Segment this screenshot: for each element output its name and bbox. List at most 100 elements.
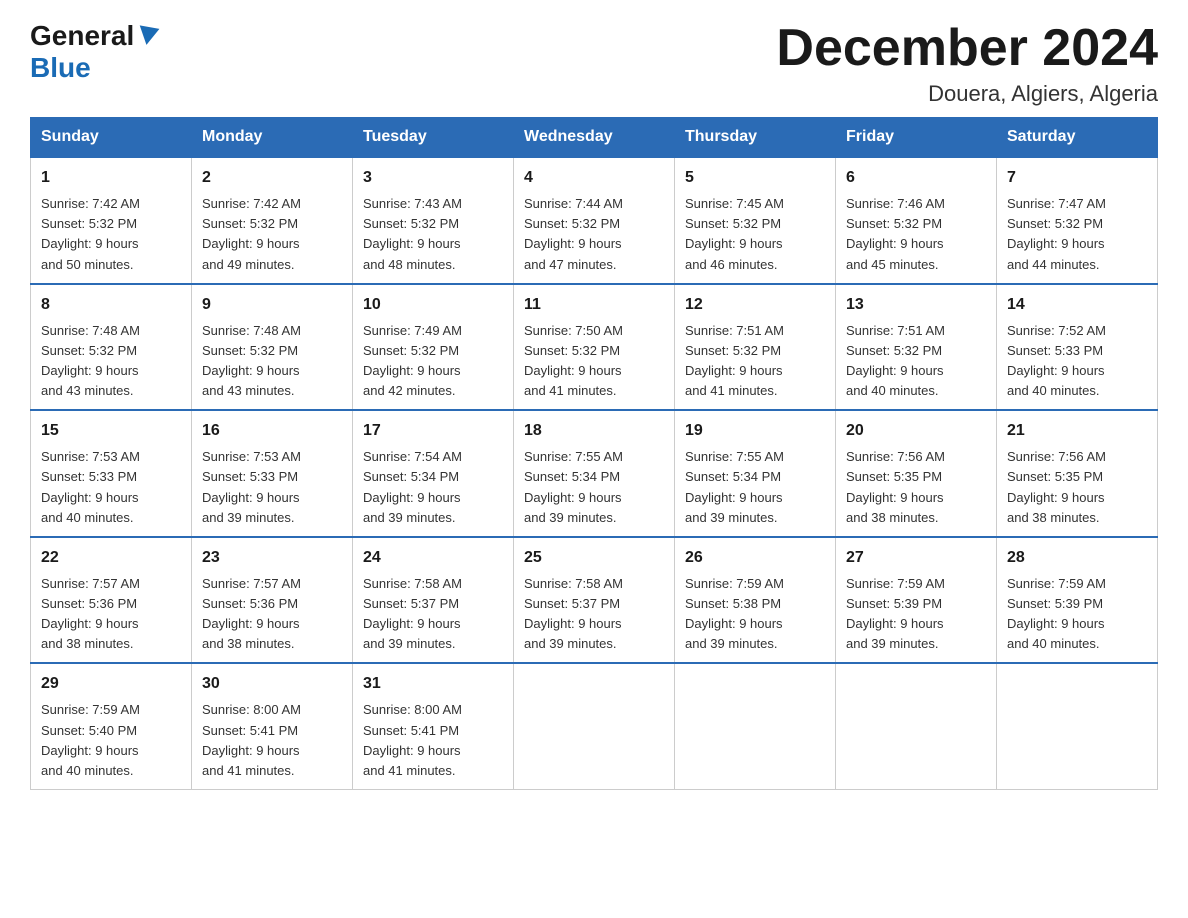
- day-info: Sunrise: 7:57 AMSunset: 5:36 PMDaylight:…: [41, 574, 181, 655]
- day-info: Sunrise: 7:50 AMSunset: 5:32 PMDaylight:…: [524, 321, 664, 402]
- day-info: Sunrise: 7:55 AMSunset: 5:34 PMDaylight:…: [524, 447, 664, 528]
- day-number: 13: [846, 293, 986, 317]
- day-number: 8: [41, 293, 181, 317]
- day-info: Sunrise: 7:46 AMSunset: 5:32 PMDaylight:…: [846, 194, 986, 275]
- logo-triangle-icon: [137, 25, 160, 46]
- day-number: 31: [363, 672, 503, 696]
- day-info: Sunrise: 7:45 AMSunset: 5:32 PMDaylight:…: [685, 194, 825, 275]
- day-info: Sunrise: 7:54 AMSunset: 5:34 PMDaylight:…: [363, 447, 503, 528]
- column-header-wednesday: Wednesday: [514, 118, 675, 158]
- page-header: General Blue December 2024 Douera, Algie…: [30, 20, 1158, 107]
- calendar-cell: 9Sunrise: 7:48 AMSunset: 5:32 PMDaylight…: [192, 284, 353, 411]
- day-info: Sunrise: 7:49 AMSunset: 5:32 PMDaylight:…: [363, 321, 503, 402]
- day-number: 25: [524, 546, 664, 570]
- title-block: December 2024 Douera, Algiers, Algeria: [776, 20, 1158, 107]
- column-header-friday: Friday: [836, 118, 997, 158]
- calendar-cell: 2Sunrise: 7:42 AMSunset: 5:32 PMDaylight…: [192, 157, 353, 284]
- calendar-cell: 7Sunrise: 7:47 AMSunset: 5:32 PMDaylight…: [997, 157, 1158, 284]
- day-info: Sunrise: 7:58 AMSunset: 5:37 PMDaylight:…: [363, 574, 503, 655]
- calendar-week-row: 29Sunrise: 7:59 AMSunset: 5:40 PMDayligh…: [31, 663, 1158, 789]
- day-number: 1: [41, 166, 181, 190]
- day-info: Sunrise: 7:51 AMSunset: 5:32 PMDaylight:…: [846, 321, 986, 402]
- day-number: 14: [1007, 293, 1147, 317]
- day-number: 15: [41, 419, 181, 443]
- logo-blue-text: Blue: [30, 52, 91, 84]
- day-number: 11: [524, 293, 664, 317]
- day-info: Sunrise: 7:42 AMSunset: 5:32 PMDaylight:…: [41, 194, 181, 275]
- column-header-sunday: Sunday: [31, 118, 192, 158]
- day-info: Sunrise: 7:59 AMSunset: 5:39 PMDaylight:…: [1007, 574, 1147, 655]
- logo-top: General: [30, 20, 160, 52]
- column-header-tuesday: Tuesday: [353, 118, 514, 158]
- day-number: 12: [685, 293, 825, 317]
- calendar-week-row: 1 Sunrise: 7:42 AMSunset: 5:32 PMDaylight…: [31, 157, 1158, 284]
- calendar-cell: 22 Sunrise: 7:57 AMSunset: 5:36 PMDayligh…: [31, 537, 192, 664]
- calendar-table: SundayMondayTuesdayWednesdayThursdayFrid…: [30, 117, 1158, 790]
- calendar-cell: 30Sunrise: 8:00 AMSunset: 5:41 PMDayligh…: [192, 663, 353, 789]
- day-number: 22: [41, 546, 181, 570]
- calendar-cell: 29Sunrise: 7:59 AMSunset: 5:40 PMDayligh…: [31, 663, 192, 789]
- day-number: 9: [202, 293, 342, 317]
- day-number: 27: [846, 546, 986, 570]
- calendar-week-row: 15 Sunrise: 7:53 AMSunset: 5:33 PMDayligh…: [31, 410, 1158, 537]
- month-title: December 2024: [776, 20, 1158, 77]
- calendar-cell: 28 Sunrise: 7:59 AMSunset: 5:39 PMDayligh…: [997, 537, 1158, 664]
- day-info: Sunrise: 7:56 AMSunset: 5:35 PMDaylight:…: [846, 447, 986, 528]
- day-number: 18: [524, 419, 664, 443]
- day-number: 5: [685, 166, 825, 190]
- day-info: Sunrise: 8:00 AMSunset: 5:41 PMDaylight:…: [202, 700, 342, 781]
- day-number: 4: [524, 166, 664, 190]
- day-info: Sunrise: 7:47 AMSunset: 5:32 PMDaylight:…: [1007, 194, 1147, 275]
- day-number: 20: [846, 419, 986, 443]
- column-header-saturday: Saturday: [997, 118, 1158, 158]
- calendar-cell: [997, 663, 1158, 789]
- calendar-cell: 26 Sunrise: 7:59 AMSunset: 5:38 PMDayligh…: [675, 537, 836, 664]
- day-info: Sunrise: 7:51 AMSunset: 5:32 PMDaylight:…: [685, 321, 825, 402]
- calendar-cell: 11 Sunrise: 7:50 AMSunset: 5:32 PMDayligh…: [514, 284, 675, 411]
- day-number: 17: [363, 419, 503, 443]
- calendar-cell: [675, 663, 836, 789]
- day-number: 3: [363, 166, 503, 190]
- calendar-cell: 25 Sunrise: 7:58 AMSunset: 5:37 PMDayligh…: [514, 537, 675, 664]
- day-number: 23: [202, 546, 342, 570]
- calendar-cell: [836, 663, 997, 789]
- day-info: Sunrise: 7:59 AMSunset: 5:38 PMDaylight:…: [685, 574, 825, 655]
- calendar-cell: [514, 663, 675, 789]
- calendar-cell: 20 Sunrise: 7:56 AMSunset: 5:35 PMDayligh…: [836, 410, 997, 537]
- calendar-cell: 18 Sunrise: 7:55 AMSunset: 5:34 PMDayligh…: [514, 410, 675, 537]
- day-info: Sunrise: 7:44 AMSunset: 5:32 PMDaylight:…: [524, 194, 664, 275]
- calendar-cell: 5 Sunrise: 7:45 AMSunset: 5:32 PMDaylight…: [675, 157, 836, 284]
- calendar-header-row: SundayMondayTuesdayWednesdayThursdayFrid…: [31, 118, 1158, 158]
- day-number: 21: [1007, 419, 1147, 443]
- calendar-cell: 13 Sunrise: 7:51 AMSunset: 5:32 PMDayligh…: [836, 284, 997, 411]
- day-info: Sunrise: 7:56 AMSunset: 5:35 PMDaylight:…: [1007, 447, 1147, 528]
- calendar-cell: 27 Sunrise: 7:59 AMSunset: 5:39 PMDayligh…: [836, 537, 997, 664]
- calendar-cell: 15Sunrise: 7:53 AMSunset: 5:33 PMDayligh…: [31, 410, 192, 537]
- calendar-cell: 24Sunrise: 7:58 AMSunset: 5:37 PMDayligh…: [353, 537, 514, 664]
- day-info: Sunrise: 7:59 AMSunset: 5:39 PMDaylight:…: [846, 574, 986, 655]
- day-info: Sunrise: 7:59 AMSunset: 5:40 PMDaylight:…: [41, 700, 181, 781]
- day-info: Sunrise: 7:57 AMSunset: 5:36 PMDaylight:…: [202, 574, 342, 655]
- day-info: Sunrise: 7:53 AMSunset: 5:33 PMDaylight:…: [202, 447, 342, 528]
- day-number: 2: [202, 166, 342, 190]
- day-number: 6: [846, 166, 986, 190]
- column-header-monday: Monday: [192, 118, 353, 158]
- day-number: 16: [202, 419, 342, 443]
- calendar-week-row: 8Sunrise: 7:48 AMSunset: 5:32 PMDaylight…: [31, 284, 1158, 411]
- day-info: Sunrise: 7:52 AMSunset: 5:33 PMDaylight:…: [1007, 321, 1147, 402]
- calendar-cell: 6 Sunrise: 7:46 AMSunset: 5:32 PMDaylight…: [836, 157, 997, 284]
- calendar-cell: 8Sunrise: 7:48 AMSunset: 5:32 PMDaylight…: [31, 284, 192, 411]
- calendar-cell: 14 Sunrise: 7:52 AMSunset: 5:33 PMDayligh…: [997, 284, 1158, 411]
- day-info: Sunrise: 7:58 AMSunset: 5:37 PMDaylight:…: [524, 574, 664, 655]
- calendar-cell: 23 Sunrise: 7:57 AMSunset: 5:36 PMDayligh…: [192, 537, 353, 664]
- calendar-cell: 16 Sunrise: 7:53 AMSunset: 5:33 PMDayligh…: [192, 410, 353, 537]
- day-info: Sunrise: 8:00 AMSunset: 5:41 PMDaylight:…: [363, 700, 503, 781]
- day-number: 26: [685, 546, 825, 570]
- day-number: 10: [363, 293, 503, 317]
- location: Douera, Algiers, Algeria: [776, 81, 1158, 107]
- day-number: 28: [1007, 546, 1147, 570]
- day-info: Sunrise: 7:55 AMSunset: 5:34 PMDaylight:…: [685, 447, 825, 528]
- calendar-cell: 3Sunrise: 7:43 AMSunset: 5:32 PMDaylight…: [353, 157, 514, 284]
- calendar-cell: 12 Sunrise: 7:51 AMSunset: 5:32 PMDayligh…: [675, 284, 836, 411]
- calendar-cell: 21 Sunrise: 7:56 AMSunset: 5:35 PMDayligh…: [997, 410, 1158, 537]
